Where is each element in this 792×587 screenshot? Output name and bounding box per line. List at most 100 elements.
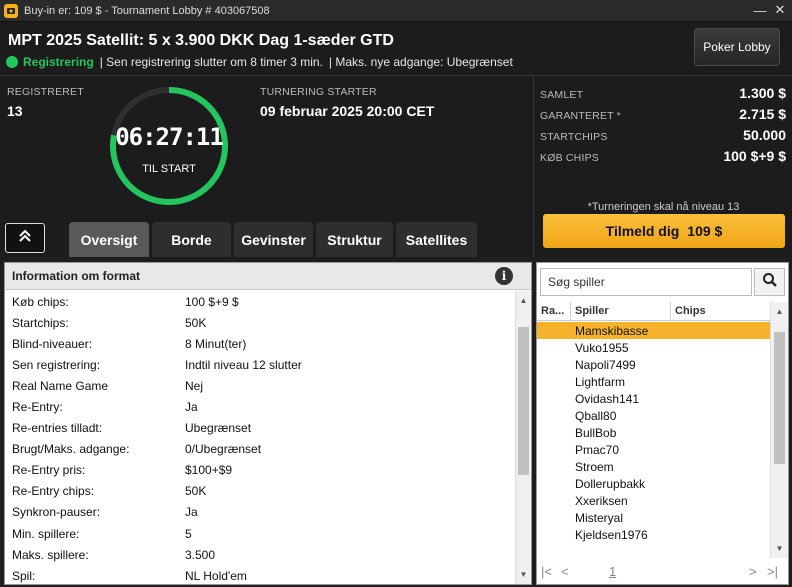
column-chips[interactable]: Chips: [671, 302, 770, 320]
tab-tables[interactable]: Borde: [152, 222, 231, 257]
player-name: Misteryal: [575, 510, 624, 525]
format-key: Sen registrering:: [12, 357, 101, 372]
players-list: Mamskibasse Vuko1955 Napoli7499 Lightfar…: [537, 322, 770, 543]
format-value: 100 $+9 $: [185, 294, 239, 309]
format-value: Nej: [185, 378, 204, 393]
stat-label: STARTCHIPS: [540, 131, 608, 143]
close-button[interactable]: ✕: [772, 2, 788, 18]
format-row: Brugt/Maks. adgange: 0/Ubegrænset: [5, 439, 515, 460]
search-icon: [762, 272, 778, 293]
format-scrollbar[interactable]: ▲ ▼: [515, 291, 531, 584]
format-key: Re-Entry pris:: [12, 463, 86, 478]
players-pager: |< < 1 > >|: [537, 561, 788, 583]
stat-label: SAMLET: [540, 89, 584, 101]
format-value: 50K: [185, 484, 207, 499]
player-row[interactable]: Qball80: [537, 407, 770, 424]
stat-label: KØB CHIPS: [540, 152, 599, 164]
player-row[interactable]: Dollerupbakk: [537, 475, 770, 492]
format-row: Sen registrering: Indtil niveau 12 slutte…: [5, 354, 515, 375]
tab-satellites[interactable]: Satellites: [396, 222, 477, 257]
player-name: Stroem: [575, 459, 614, 474]
tab-structure[interactable]: Struktur: [316, 222, 393, 257]
player-name: Qball80: [575, 408, 617, 423]
scrollbar-thumb[interactable]: [774, 332, 785, 464]
format-row: Startchips: 50K: [5, 312, 515, 333]
format-value: Ja: [185, 400, 198, 415]
player-row[interactable]: Lightfarm: [537, 373, 770, 390]
stat-start-chips: STARTCHIPS 50.000: [540, 127, 786, 143]
prev-page-icon[interactable]: <: [561, 564, 569, 579]
format-key: Min. spillere:: [12, 526, 80, 541]
format-key: Synkron-pauser:: [12, 505, 101, 520]
player-row[interactable]: Ovidash141: [537, 390, 770, 407]
format-row: Køb chips: 100 $+9 $: [5, 291, 515, 312]
first-page-icon[interactable]: |<: [541, 564, 552, 579]
app-logo-icon: [4, 3, 18, 18]
status-line: Registrering | Sen registrering slutter …: [6, 55, 513, 69]
tab-prizes[interactable]: Gevinster: [234, 222, 313, 257]
window-title: Buy-in er: 109 $ - Tournament Lobby # 40…: [24, 4, 270, 17]
search-button[interactable]: [754, 268, 785, 296]
player-name: Dollerupbakk: [575, 476, 646, 491]
late-registration-text: | Sen registrering slutter om 8 timer 3 …: [99, 55, 323, 69]
player-row[interactable]: Pmac70: [537, 441, 770, 458]
player-search-input[interactable]: Søg spiller: [540, 268, 752, 296]
format-row: Spil: NL Hold'em: [5, 565, 515, 586]
player-row[interactable]: BullBob: [537, 424, 770, 441]
countdown-caption: TIL START: [142, 163, 196, 175]
title-bar: Buy-in er: 109 $ - Tournament Lobby # 40…: [0, 0, 792, 22]
player-row[interactable]: Vuko1955: [537, 339, 770, 356]
format-info-list: Køb chips: 100 $+9 $ Startchips: 50K Blind…: [5, 291, 515, 586]
column-rank[interactable]: Ra...: [537, 302, 571, 320]
format-value: 50K: [185, 315, 207, 330]
registered-count: 13: [7, 103, 23, 119]
minimize-button[interactable]: —: [752, 2, 768, 18]
countdown-time: 06:27:11: [115, 123, 224, 151]
start-datetime: 09 februar 2025 20:00 CET: [260, 103, 435, 119]
format-row: Re-Entry pris: $100+$9: [5, 460, 515, 481]
player-row[interactable]: Misteryal: [537, 509, 770, 526]
collapse-button[interactable]: [5, 223, 45, 253]
player-name: Napoli7499: [575, 357, 636, 372]
scroll-down-arrow-icon[interactable]: ▼: [516, 567, 531, 582]
scroll-up-arrow-icon[interactable]: ▲: [516, 293, 531, 308]
next-page-icon[interactable]: >: [749, 564, 757, 579]
poker-lobby-button[interactable]: Poker Lobby: [694, 28, 780, 66]
scrollbar-thumb[interactable]: [518, 327, 529, 475]
format-key: Maks. spillere:: [12, 547, 89, 562]
format-row: Re-Entry chips: 50K: [5, 481, 515, 502]
level-note: *Turneringen skal nå niveau 13: [587, 201, 740, 213]
player-name: Lightfarm: [575, 374, 626, 389]
player-name: BullBob: [575, 425, 617, 440]
page-number[interactable]: 1: [609, 564, 616, 579]
format-row: Real Name Game Nej: [5, 375, 515, 396]
tab-overview[interactable]: Oversigt: [69, 222, 149, 257]
format-info-panel: Information om format i Køb chips: 100 $+…: [4, 262, 532, 585]
player-row[interactable]: Xxeriksen: [537, 492, 770, 509]
format-value: Indtil niveau 12 slutter: [185, 357, 302, 372]
format-value: Ubegrænset: [185, 421, 252, 436]
format-key: Spil:: [12, 568, 36, 583]
scroll-up-arrow-icon[interactable]: ▲: [771, 304, 788, 319]
player-row[interactable]: Kjeldsen1976: [537, 526, 770, 543]
stat-buy-chips: KØB CHIPS 100 $+9 $: [540, 148, 786, 164]
column-player[interactable]: Spiller: [571, 302, 671, 320]
players-scrollbar[interactable]: ▲ ▼: [770, 302, 788, 558]
format-key: Blind-niveauer:: [12, 336, 93, 351]
format-row: Synkron-pauser: Ja: [5, 502, 515, 523]
format-key: Startchips:: [12, 315, 69, 330]
player-name: Vuko1955: [575, 340, 629, 355]
info-icon[interactable]: i: [495, 267, 513, 285]
stat-total: SAMLET 1.300 $: [540, 85, 786, 101]
format-value: NL Hold'em: [185, 568, 247, 583]
stat-value: 1.300 $: [739, 85, 786, 101]
format-value: $100+$9: [185, 463, 233, 478]
last-page-icon[interactable]: >|: [767, 564, 778, 579]
player-row[interactable]: Napoli7499: [537, 356, 770, 373]
tournament-title: MPT 2025 Satellit: 5 x 3.900 DKK Dag 1-s…: [8, 32, 394, 49]
player-row[interactable]: Stroem: [537, 458, 770, 475]
player-row[interactable]: Mamskibasse: [537, 322, 770, 339]
stat-value: 100 $+9 $: [723, 148, 786, 164]
scroll-down-arrow-icon[interactable]: ▼: [771, 541, 788, 556]
register-button[interactable]: Tilmeld dig 109 $: [543, 214, 785, 248]
